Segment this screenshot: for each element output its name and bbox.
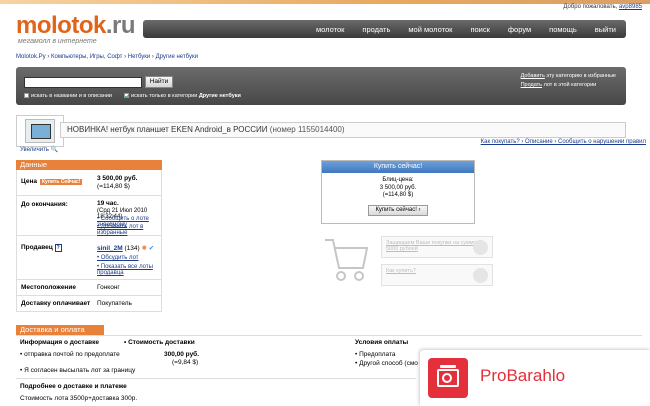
- nav-item-logout[interactable]: выйти: [595, 25, 616, 34]
- location-row: Местоположение Гонконг: [16, 280, 162, 296]
- how-to-buy-link[interactable]: Как купить?: [381, 264, 493, 286]
- nav-item-my-molotok[interactable]: мой молоток: [408, 25, 452, 34]
- add-favorite-link[interactable]: • Добавить лот в избранные: [97, 224, 161, 236]
- delivery-divider: [16, 335, 642, 336]
- buy-now-heading: Купить сейчас!: [322, 161, 474, 173]
- search-options: искать в названии и в описании искать то…: [24, 93, 241, 99]
- nav-item-help[interactable]: помощь: [549, 25, 577, 34]
- details-text: Стоимость лота 3500р+доставка 300р.: [20, 395, 138, 402]
- price-usd: (=114,80 $): [97, 183, 130, 190]
- help-icon[interactable]: ?: [54, 244, 62, 252]
- buy-now-body: Блиц-цена: 3 500,00 руб. (=114,80 $) Куп…: [322, 173, 474, 216]
- checkbox-category[interactable]: [124, 93, 129, 99]
- blitz-label: Блиц-цена:: [382, 177, 414, 183]
- buy-now-box: Купить сейчас! Блиц-цена: 3 500,00 руб. …: [321, 160, 475, 224]
- shipping-cost-rub: 300,00 руб.: [164, 351, 200, 358]
- welcome-text: Добро пожаловать, avp8985: [563, 4, 642, 10]
- tablet-image: [25, 119, 55, 143]
- lot-title: НОВИНКА! нетбук планшет EKEN Android_в Р…: [67, 125, 268, 134]
- probarahlo-brand: ProBarahlo: [480, 366, 566, 385]
- search-button[interactable]: Найти: [145, 76, 173, 88]
- breadcrumb[interactable]: Molotok.Ру › Компьютеры, Игры, Софт › Не…: [16, 54, 198, 60]
- delivery-info-heading: Информация о доставке: [20, 339, 100, 346]
- nav-item-molotok[interactable]: молоток: [316, 25, 344, 34]
- site-slogan: мегамолл в интернете: [18, 38, 97, 45]
- payment-terms-heading: Условия оплаты: [355, 339, 409, 346]
- details-divider: [16, 378, 416, 379]
- location-label: Местоположение: [21, 284, 76, 291]
- verified-check-icon: ✔: [148, 245, 155, 252]
- main-nav: молоток продать мой молоток поиск форум …: [143, 20, 626, 38]
- rating-star-icon: ✺: [141, 245, 147, 252]
- seller-lots-link[interactable]: • Показать все лоты продавца: [97, 264, 161, 276]
- ship-abroad-note: • Я согласен высылать лот за границу: [20, 367, 136, 374]
- end-label: До окончания:: [21, 201, 68, 208]
- shipping-payer-label: Доставку оплачивает: [21, 300, 91, 307]
- location-value: Гонконг: [97, 284, 120, 291]
- probarahlo-logo-icon: [428, 358, 468, 398]
- lot-thumbnail[interactable]: [16, 115, 64, 147]
- price-value: 3 500,00 руб.: [97, 175, 138, 182]
- buy-now-button[interactable]: Купить сейчас! ›: [368, 204, 428, 216]
- blitz-price: 3 500,00 руб.: [379, 184, 417, 191]
- data-section-heading: Данные: [16, 160, 162, 170]
- seller-info: sinil_2M (134) ✺ ✔: [97, 245, 155, 252]
- shipping-method: • отправка почтой по предоплате: [20, 351, 120, 358]
- shopping-cart-icon: [325, 239, 369, 281]
- blitz-usd: (=114,80 $): [382, 192, 414, 198]
- search-option-description[interactable]: искать в названии и в описании: [24, 93, 112, 99]
- site-logo[interactable]: molotok.ru: [16, 12, 136, 40]
- search-side-links: Добавить эту категорию в избранные Прода…: [520, 73, 616, 88]
- seller-label: Продавец ?: [21, 244, 62, 252]
- username-link[interactable]: avp8985: [619, 4, 642, 10]
- nav-item-search[interactable]: поиск: [470, 25, 489, 34]
- question-icon: [473, 268, 488, 283]
- search-option-category[interactable]: искать только в категории Другие нетбуки: [124, 93, 241, 99]
- seller-name-link[interactable]: sinil_2M: [97, 245, 123, 252]
- enlarge-link[interactable]: Увеличить 🔍: [20, 146, 58, 153]
- nav-item-sell[interactable]: продать: [362, 25, 390, 34]
- lot-title-bar: НОВИНКА! нетбук планшет EKEN Android_в Р…: [60, 122, 626, 138]
- shipping-payer-row: Доставку оплачивает Покупатель: [16, 296, 162, 312]
- payment-other: • Другой способ (смо: [355, 360, 418, 367]
- price-label: Цена Купить Сейчас!: [21, 178, 83, 185]
- search-panel: Найти искать в названии и в описании иск…: [16, 67, 626, 105]
- buyer-protection-link[interactable]: Защищаем Ваши покупки на сумму до 5000 р…: [381, 236, 493, 258]
- top-gradient-strip: [0, 0, 650, 4]
- shipping-cost-usd: (=9,84 $): [172, 359, 199, 366]
- search-input[interactable]: [24, 77, 142, 88]
- magnifier-icon: 🔍: [50, 147, 59, 153]
- buy-now-badge: Купить Сейчас!: [39, 179, 83, 185]
- delivery-cost-heading: • Стоимость доставки: [124, 339, 195, 346]
- details-heading: Подробнее о доставке и платеже: [20, 383, 127, 390]
- discuss-lot-link[interactable]: • Обсудить лот: [97, 255, 139, 261]
- add-favorite-category-link[interactable]: Добавить: [521, 73, 545, 79]
- probarahlo-overlay[interactable]: ProBarahlo: [420, 350, 650, 406]
- promo-area: Защищаем Ваши покупки на сумму до 5000 р…: [321, 230, 501, 290]
- checkbox-description[interactable]: [24, 93, 29, 99]
- price-row: Цена Купить Сейчас! 3 500,00 руб. (=114,8…: [16, 170, 162, 196]
- shipping-payer-value: Покупатель: [97, 300, 132, 307]
- sell-in-category-link[interactable]: Продать: [521, 82, 542, 88]
- end-time-row: До окончания: 19 час. (Срд 21 Июл 2010 1…: [16, 196, 162, 236]
- delivery-section-heading: Доставка и оплата: [16, 325, 104, 335]
- payment-prepay: • Предоплата: [355, 351, 396, 358]
- shield-icon: [473, 240, 488, 255]
- lot-action-links[interactable]: Как покупать? › Описание › Сообщить о на…: [481, 139, 646, 145]
- seller-row: Продавец ? sinil_2M (134) ✺ ✔ • Обсудить…: [16, 236, 162, 280]
- nav-item-forum[interactable]: форум: [508, 25, 531, 34]
- end-hours: 19 час.: [97, 200, 119, 207]
- lot-number: (номер 1155014400): [269, 125, 345, 134]
